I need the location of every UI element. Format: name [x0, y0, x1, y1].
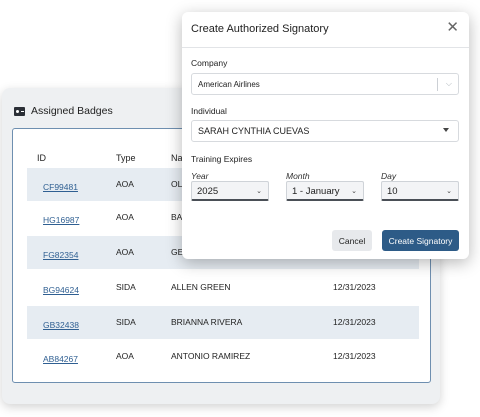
day-select[interactable]: 10 ⌄: [381, 181, 459, 201]
cancel-button[interactable]: Cancel: [332, 230, 372, 251]
month-label: Month: [286, 171, 310, 181]
chevron-down-icon: ⌵: [445, 79, 452, 88]
table-row: BG94624 SIDA ALLEN GREEN 12/31/2023: [27, 271, 419, 304]
select-divider: [437, 78, 438, 91]
assigned-badges-title: Assigned Badges: [31, 105, 113, 117]
chevron-down-icon: [443, 128, 449, 132]
badge-expiration: 12/31/2023: [333, 317, 376, 327]
id-card-icon: [14, 106, 25, 116]
column-header-name: Na: [171, 153, 183, 163]
badge-type: AOA: [116, 351, 134, 361]
month-select[interactable]: 1 - January ⌄: [286, 181, 364, 201]
badge-holder-name: OL: [171, 179, 183, 189]
badge-id-link[interactable]: CF99481: [43, 182, 78, 192]
badge-id-link[interactable]: FG82354: [43, 250, 78, 260]
badge-type: SIDA: [116, 317, 136, 327]
badge-holder-name: ANTONIO RAMIREZ: [171, 351, 251, 361]
year-label: Year: [191, 171, 209, 181]
create-signatory-button[interactable]: Create Signatory: [382, 230, 459, 251]
month-value: 1 - January: [292, 186, 340, 197]
column-header-type: Type: [116, 153, 136, 163]
badge-id-link[interactable]: AB84267: [43, 354, 78, 364]
badge-type: AOA: [116, 247, 134, 257]
year-select[interactable]: 2025 ⌄: [191, 181, 269, 201]
badge-id-link[interactable]: GB32438: [43, 320, 79, 330]
chevron-down-icon: ⌄: [446, 188, 452, 195]
modal-divider: [182, 47, 469, 48]
chevron-down-icon: ⌄: [256, 188, 262, 195]
modal-title: Create Authorized Signatory: [191, 23, 329, 35]
table-row: AB84267 AOA ANTONIO RAMIREZ 12/31/2023: [27, 340, 419, 373]
create-signatory-modal: Create Authorized Signatory ✕ Company Am…: [182, 12, 469, 259]
column-header-id: ID: [37, 153, 46, 163]
company-label: Company: [191, 58, 228, 68]
badge-type: AOA: [116, 212, 134, 222]
badge-holder-name: ALLEN GREEN: [171, 282, 231, 292]
chevron-down-icon: ⌄: [351, 188, 357, 195]
badge-type: SIDA: [116, 282, 136, 292]
individual-label: Individual: [191, 106, 227, 116]
year-value: 2025: [197, 186, 219, 197]
assigned-badges-header: Assigned Badges: [14, 104, 113, 118]
training-expires-label: Training Expires: [191, 154, 253, 164]
company-select[interactable]: American Airlines ⌵: [191, 73, 459, 95]
badge-type: AOA: [116, 179, 134, 189]
badge-holder-name: BRIANNA RIVERA: [171, 317, 243, 327]
individual-value: SARAH CYNTHIA CUEVAS: [198, 126, 310, 136]
day-label: Day: [381, 171, 397, 181]
company-value: American Airlines: [198, 80, 260, 89]
day-value: 10: [387, 186, 398, 197]
badge-id-link[interactable]: HG16987: [43, 215, 79, 225]
badge-expiration: 12/31/2023: [333, 351, 376, 361]
badge-holder-name: BA: [171, 212, 183, 222]
badge-expiration: 12/31/2023: [333, 282, 376, 292]
badge-id-link[interactable]: BG94624: [43, 285, 79, 295]
close-icon[interactable]: ✕: [446, 20, 459, 35]
individual-select[interactable]: SARAH CYNTHIA CUEVAS: [191, 120, 459, 142]
table-row: GB32438 SIDA BRIANNA RIVERA 12/31/2023: [27, 306, 419, 339]
